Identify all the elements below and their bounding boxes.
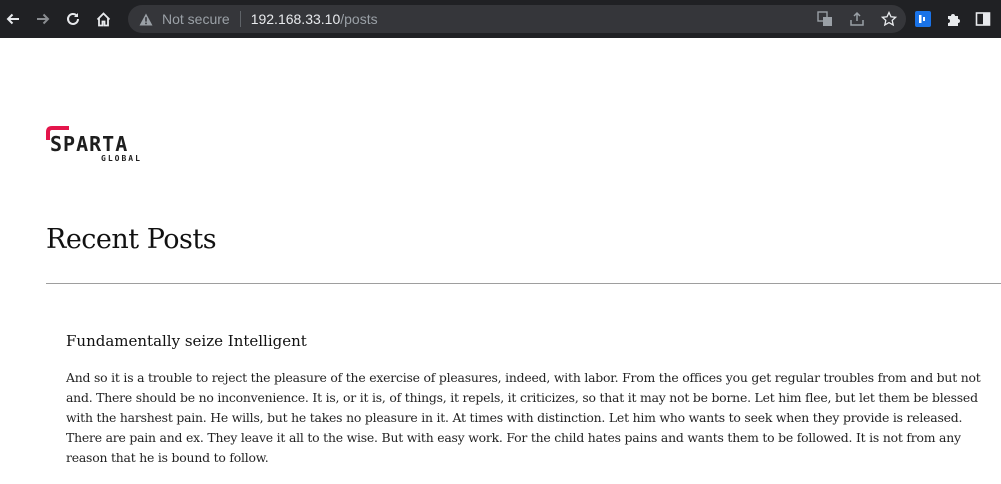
address-bar[interactable]: Not secure 192.168.33.10/posts xyxy=(128,5,906,33)
extension-badge xyxy=(915,11,931,27)
security-label[interactable]: Not secure xyxy=(162,11,230,27)
post-item: Fundamentally seize Intelligent And so i… xyxy=(66,332,986,468)
translate-icon[interactable] xyxy=(814,8,836,30)
home-icon xyxy=(96,11,110,26)
omnibox-separator xyxy=(239,11,241,27)
back-button[interactable] xyxy=(0,4,28,34)
share-icon[interactable] xyxy=(846,8,868,30)
browser-toolbar: Not secure 192.168.33.10/posts xyxy=(0,0,1001,38)
star-icon[interactable] xyxy=(878,8,900,30)
page-title: Recent Posts xyxy=(46,224,217,255)
page-content: SPARTA GLOBAL Recent Posts Fundamentally… xyxy=(0,38,1001,484)
reload-icon xyxy=(67,12,79,25)
reload-button[interactable] xyxy=(58,4,88,34)
forward-button[interactable] xyxy=(28,4,58,34)
arrow-left-icon xyxy=(6,13,19,25)
sparta-global-logo[interactable]: SPARTA GLOBAL xyxy=(46,126,156,166)
logo-subtext: GLOBAL xyxy=(101,154,142,163)
url-path: /posts xyxy=(340,11,378,27)
extension-badge-icon[interactable] xyxy=(912,8,934,30)
side-panel-icon[interactable] xyxy=(972,8,994,30)
post-body: And so it is a trouble to reject the ple… xyxy=(66,370,981,465)
warning-icon[interactable] xyxy=(138,11,154,27)
arrow-right-icon xyxy=(37,13,50,25)
url-host: 192.168.33.10 xyxy=(250,11,341,27)
url-text[interactable]: 192.168.33.10/posts xyxy=(251,11,378,27)
title-divider xyxy=(46,283,1001,284)
puzzle-icon[interactable] xyxy=(942,8,964,30)
post-title[interactable]: Fundamentally seize Intelligent xyxy=(66,332,986,350)
home-button[interactable] xyxy=(88,4,118,34)
logo-wordmark: SPARTA xyxy=(50,132,129,156)
